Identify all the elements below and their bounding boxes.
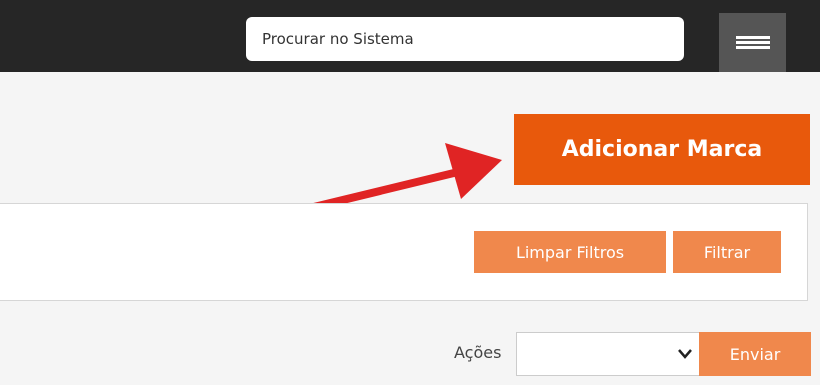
send-button[interactable]: Enviar (699, 332, 811, 376)
actions-select[interactable] (516, 332, 700, 376)
actions-label: Ações (454, 343, 502, 362)
chevron-down-icon (678, 349, 692, 359)
system-search-input[interactable] (246, 17, 684, 61)
menu-button[interactable] (719, 13, 786, 72)
clear-filters-button[interactable]: Limpar Filtros (474, 231, 666, 273)
top-navigation-bar (0, 0, 820, 72)
page: Adicionar Marca Limpar Filtros Filtrar A… (0, 0, 820, 385)
add-brand-button[interactable]: Adicionar Marca (514, 114, 810, 185)
filter-button[interactable]: Filtrar (673, 231, 781, 273)
